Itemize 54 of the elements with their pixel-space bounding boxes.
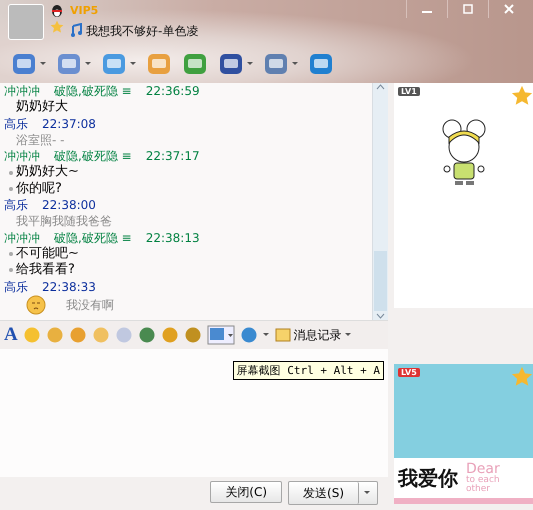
sender-tag: 破隐,破死隐 ≡ bbox=[54, 230, 132, 246]
sender-name: 冲冲冲 bbox=[4, 83, 40, 100]
message-time: 22:37:08 bbox=[42, 116, 96, 132]
level-badge: LV5 bbox=[398, 368, 420, 377]
penguin-icon bbox=[50, 4, 64, 18]
love-text: 我爱你 bbox=[398, 464, 458, 492]
sender-name: 高乐 bbox=[4, 197, 28, 214]
dear-text: other bbox=[466, 485, 491, 494]
screenshot-icon[interactable] bbox=[206, 325, 235, 345]
scroll-up-icon[interactable] bbox=[376, 83, 385, 92]
caret-icon[interactable] bbox=[262, 333, 270, 337]
dear-text: Dear bbox=[466, 462, 500, 476]
sender-tag: 破隐,破死隐 ≡ bbox=[54, 148, 132, 164]
send-button[interactable]: 发送(S) bbox=[289, 482, 359, 504]
close-button[interactable]: 关闭(C) bbox=[210, 481, 282, 503]
font-button[interactable]: A bbox=[4, 324, 18, 346]
message-history-button[interactable]: 消息记录 bbox=[274, 326, 352, 344]
emoji-icon bbox=[26, 294, 46, 315]
tooltip: 屏幕截图 Ctrl + Alt + A bbox=[232, 361, 384, 380]
message-text: 浴室照- - bbox=[16, 132, 64, 148]
dropdown-arrow-icon[interactable] bbox=[364, 491, 372, 495]
message-time: 22:38:13 bbox=[146, 230, 200, 246]
music-note-icon bbox=[70, 22, 82, 36]
star-icon bbox=[511, 366, 533, 388]
message-time: 22:37:17 bbox=[146, 148, 200, 164]
message-text: 给我看看? bbox=[16, 262, 75, 279]
dear-text: to each bbox=[466, 476, 500, 485]
message-text: 奶奶好大 bbox=[16, 99, 68, 116]
sender-tag: 破隐,破死隐 ≡ bbox=[54, 83, 132, 100]
sender-name: 高乐 bbox=[4, 278, 28, 295]
scrollbar-thumb[interactable] bbox=[374, 251, 387, 311]
message-text: 奶奶好大~ bbox=[16, 164, 79, 181]
sender-name: 冲冲冲 bbox=[4, 230, 40, 246]
signature-text: 我想我不够好-单色凌 bbox=[86, 23, 198, 40]
sender-name: 高乐 bbox=[4, 116, 28, 132]
message-text: 我平胸我随我爸爸 bbox=[16, 213, 112, 230]
message-input-field[interactable]: 屏幕截图 Ctrl + Alt + A bbox=[0, 349, 388, 477]
message-time: 22:38:00 bbox=[42, 197, 96, 214]
sender-name: 冲冲冲 bbox=[4, 148, 40, 164]
maximize-icon[interactable] bbox=[463, 4, 473, 14]
message-text: 你的呢? bbox=[16, 180, 62, 198]
vip-level-text: VIP5 bbox=[70, 4, 98, 17]
message-time: 22:36:59 bbox=[146, 83, 200, 100]
star-icon bbox=[50, 20, 64, 34]
note-icon bbox=[274, 327, 291, 343]
star-icon bbox=[511, 85, 533, 107]
message-time: 22:38:33 bbox=[42, 278, 96, 295]
avatar[interactable] bbox=[8, 4, 44, 40]
message-text: 不可能吧~ bbox=[16, 246, 79, 262]
scroll-down-icon[interactable] bbox=[376, 311, 385, 320]
message-text: 我没有啊 bbox=[66, 296, 114, 313]
close-icon[interactable] bbox=[504, 4, 514, 14]
caret-icon bbox=[344, 333, 352, 337]
level-badge: LV1 bbox=[398, 87, 420, 96]
